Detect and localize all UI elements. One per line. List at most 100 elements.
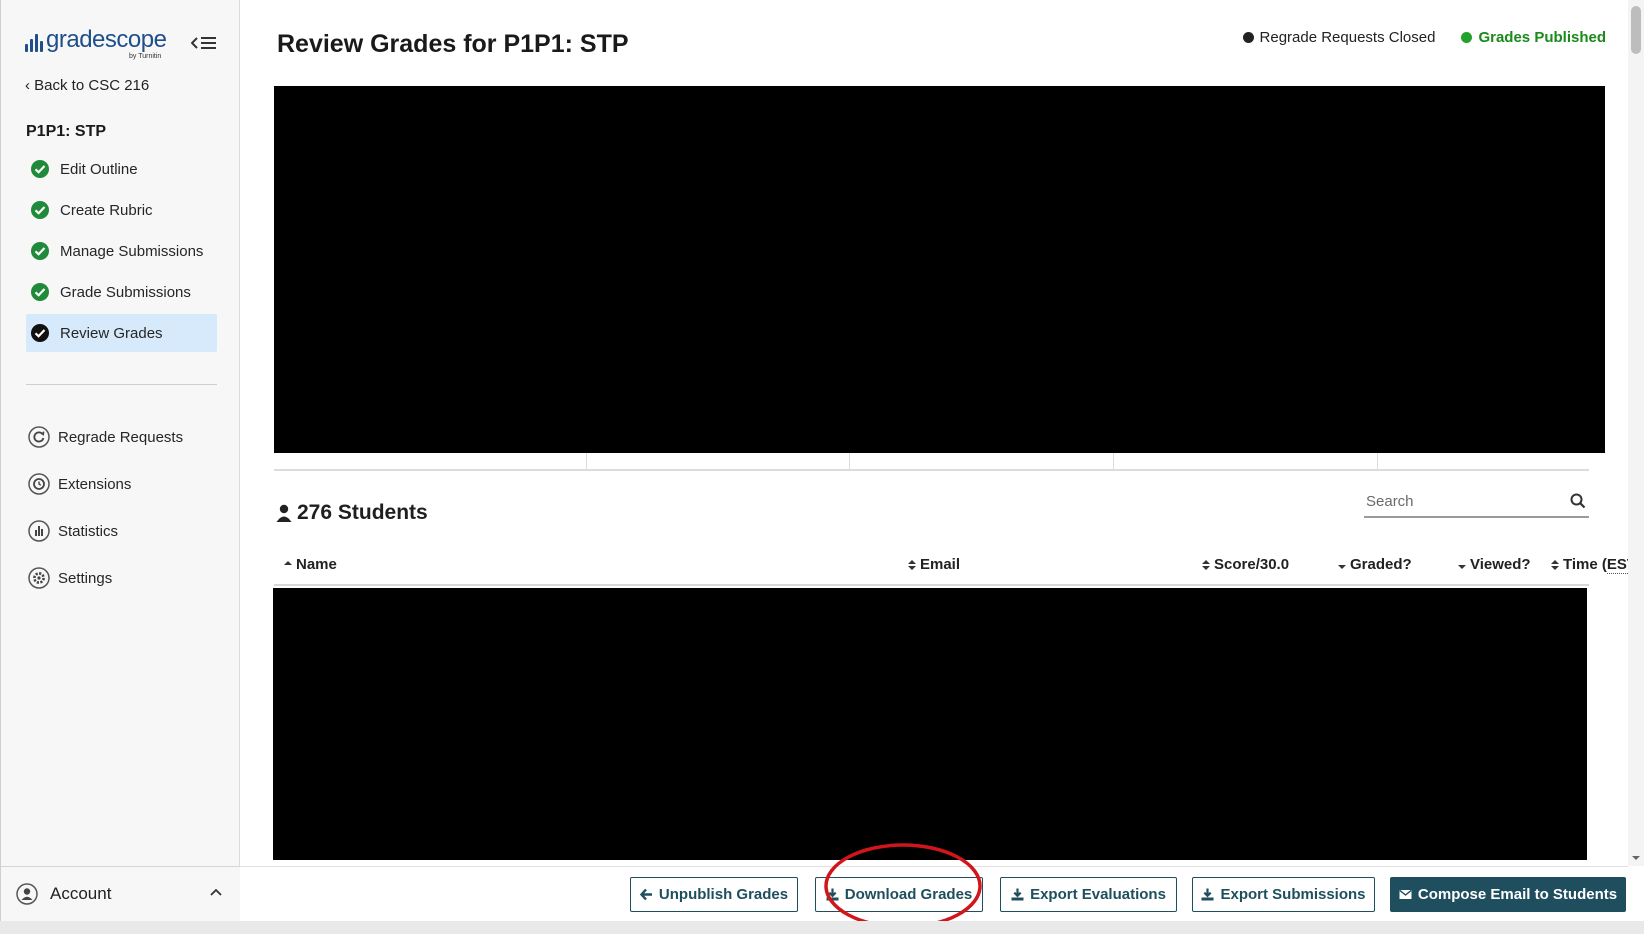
check-circle-icon bbox=[31, 201, 49, 219]
students-count-heading: 276 Students bbox=[276, 501, 428, 525]
app-window: gradescope by Turnitin ‹ Back to CSC 216… bbox=[0, 0, 1644, 934]
sidebar-item-label: Manage Submissions bbox=[60, 242, 204, 260]
unpublish-grades-button[interactable]: Unpublish Grades bbox=[630, 877, 798, 912]
column-header-graded[interactable]: Graded? bbox=[1338, 556, 1412, 573]
histogram-axis bbox=[274, 469, 1589, 471]
column-header-label: Score/30.0 bbox=[1214, 556, 1290, 573]
table-header: Name Email Score/30.0 Graded? Viewed? Ti… bbox=[274, 556, 1641, 586]
actions-toolbar: Unpublish Grades Download Grades Export … bbox=[240, 866, 1628, 922]
sort-icon bbox=[908, 559, 916, 570]
export-evaluations-button[interactable]: Export Evaluations bbox=[1000, 877, 1177, 912]
sidebar-item-regrade-requests[interactable]: Regrade Requests bbox=[26, 419, 217, 455]
button-label: Download Grades bbox=[844, 886, 973, 903]
redacted-student-table bbox=[273, 588, 1587, 860]
histogram-tick bbox=[586, 453, 587, 469]
button-label: Export Submissions bbox=[1220, 886, 1366, 903]
regrade-status-badge: Regrade Requests Closed bbox=[1242, 29, 1436, 46]
sidebar-item-extensions[interactable]: Extensions bbox=[26, 466, 217, 502]
bar-chart-icon bbox=[28, 520, 50, 542]
column-header-label: Email bbox=[920, 556, 961, 573]
back-to-course-link[interactable]: ‹ Back to CSC 216 bbox=[25, 77, 149, 94]
refresh-icon bbox=[28, 426, 50, 448]
compose-email-button[interactable]: Compose Email to Students bbox=[1390, 877, 1626, 912]
check-circle-icon bbox=[31, 160, 49, 178]
search-input[interactable] bbox=[1364, 488, 1556, 514]
logo-subtext: by Turnitin bbox=[129, 53, 162, 60]
sort-asc-icon bbox=[284, 560, 292, 565]
check-circle-icon bbox=[31, 283, 49, 301]
export-submissions-button[interactable]: Export Submissions bbox=[1192, 877, 1375, 912]
button-label: Export Evaluations bbox=[1030, 886, 1166, 903]
user-avatar-icon bbox=[16, 883, 38, 905]
time-label-prefix: Time ( bbox=[1563, 556, 1607, 573]
logo-bars-icon bbox=[25, 32, 43, 52]
sidebar-divider bbox=[26, 384, 217, 385]
check-circle-icon bbox=[31, 242, 49, 260]
sidebar-item-label: Extensions bbox=[58, 475, 132, 493]
histogram-tick bbox=[1377, 453, 1378, 469]
sidebar-item-label: Settings bbox=[58, 569, 113, 587]
collapse-menu-icon bbox=[191, 37, 216, 49]
main-content: Review Grades for P1P1: STP Regrade Requ… bbox=[240, 0, 1641, 866]
gradescope-logo[interactable]: gradescope by Turnitin bbox=[25, 26, 167, 60]
download-icon bbox=[1201, 888, 1214, 901]
students-count-label: 276 Students bbox=[297, 501, 428, 524]
account-label: Account bbox=[50, 884, 112, 903]
gear-icon bbox=[28, 567, 50, 589]
sidebar-item-label: Regrade Requests bbox=[58, 428, 184, 446]
search-icon[interactable] bbox=[1570, 493, 1586, 509]
sidebar-item-grade-submissions[interactable]: Grade Submissions bbox=[26, 273, 217, 311]
column-header-email[interactable]: Email bbox=[908, 556, 960, 573]
account-menu[interactable]: Account bbox=[1, 866, 241, 921]
back-link-label: Back to CSC 216 bbox=[34, 77, 150, 94]
column-header-label: Name bbox=[296, 556, 337, 573]
sidebar-item-review-grades[interactable]: Review Grades bbox=[26, 314, 217, 352]
sidebar-item-label: Review Grades bbox=[60, 324, 163, 342]
sidebar-item-settings[interactable]: Settings bbox=[26, 560, 217, 596]
page-title: Review Grades for P1P1: STP bbox=[277, 30, 629, 58]
histogram-tick bbox=[849, 453, 850, 469]
envelope-icon bbox=[1399, 889, 1412, 899]
status-dot-icon bbox=[1242, 32, 1254, 43]
collapse-sidebar-button[interactable] bbox=[189, 30, 219, 56]
sidebar-item-label: Edit Outline bbox=[60, 160, 138, 178]
sort-desc-icon bbox=[1458, 564, 1466, 569]
sidebar-item-label: Grade Submissions bbox=[60, 283, 191, 301]
sort-icon bbox=[1551, 559, 1559, 570]
vertical-scrollbar[interactable] bbox=[1628, 0, 1644, 866]
download-icon bbox=[1011, 888, 1024, 901]
download-grades-button[interactable]: Download Grades bbox=[815, 877, 983, 912]
student-search bbox=[1364, 488, 1589, 518]
user-icon bbox=[276, 504, 292, 522]
column-header-name[interactable]: Name bbox=[284, 556, 337, 573]
logo-text: gradescope bbox=[46, 26, 167, 53]
assignment-title: P1P1: STP bbox=[26, 123, 107, 140]
sidebar-item-create-rubric[interactable]: Create Rubric bbox=[26, 191, 217, 229]
status-dot-icon bbox=[1461, 32, 1473, 43]
scrollbar-thumb[interactable] bbox=[1631, 6, 1641, 54]
sidebar-item-label: Statistics bbox=[58, 522, 119, 540]
sidebar-item-manage-submissions[interactable]: Manage Submissions bbox=[26, 232, 217, 270]
regrade-status-label: Regrade Requests Closed bbox=[1259, 29, 1436, 46]
column-header-label: Graded? bbox=[1350, 556, 1412, 573]
column-header-score[interactable]: Score/30.0 bbox=[1202, 556, 1289, 573]
download-icon bbox=[826, 888, 839, 901]
sort-desc-icon bbox=[1338, 564, 1346, 569]
column-header-label: Viewed? bbox=[1470, 556, 1531, 573]
histogram-tick bbox=[1113, 453, 1114, 469]
clock-icon bbox=[28, 473, 50, 495]
column-header-viewed[interactable]: Viewed? bbox=[1458, 556, 1531, 573]
chevron-up-icon bbox=[210, 888, 222, 896]
button-label: Compose Email to Students bbox=[1417, 886, 1618, 903]
button-label: Unpublish Grades bbox=[658, 886, 789, 903]
sidebar: gradescope by Turnitin ‹ Back to CSC 216… bbox=[0, 0, 241, 921]
status-area: Regrade Requests Closed Grades Published bbox=[1242, 29, 1606, 46]
grades-status-label: Grades Published bbox=[1478, 29, 1606, 46]
check-circle-icon bbox=[31, 324, 49, 342]
sidebar-item-edit-outline[interactable]: Edit Outline bbox=[26, 150, 217, 188]
chevron-left-icon: ‹ bbox=[25, 77, 30, 94]
redacted-grade-histogram bbox=[274, 86, 1605, 453]
grades-status-badge: Grades Published bbox=[1461, 29, 1606, 46]
sidebar-item-statistics[interactable]: Statistics bbox=[26, 513, 217, 549]
scroll-down-arrow-icon[interactable] bbox=[1632, 854, 1640, 862]
